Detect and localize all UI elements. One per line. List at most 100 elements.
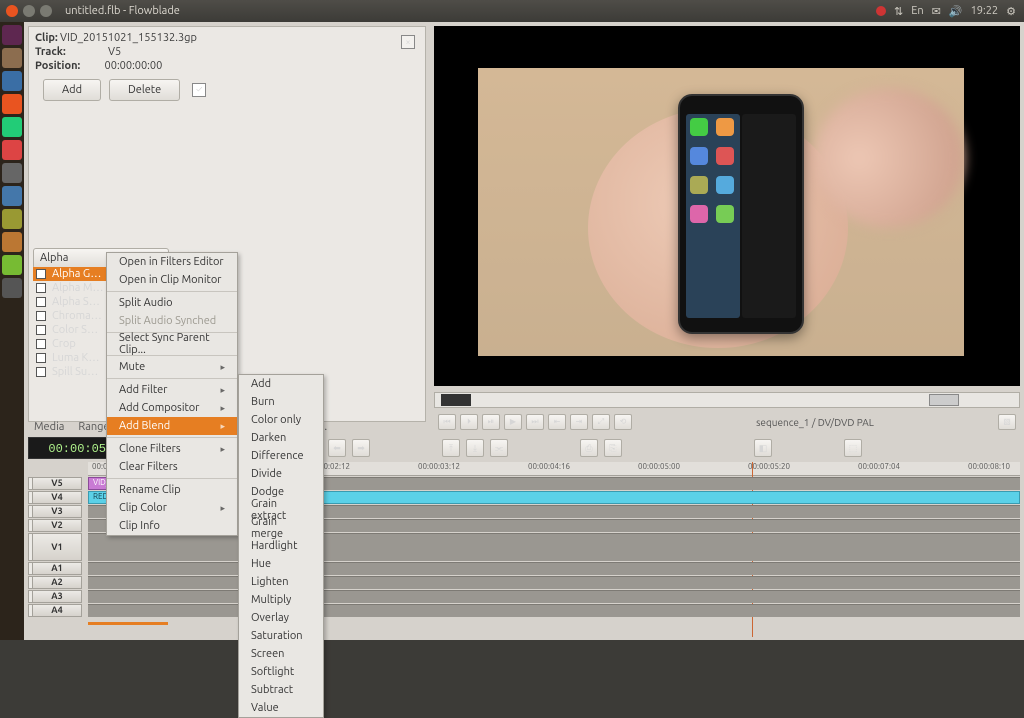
monitor-scrubber[interactable] bbox=[434, 392, 1020, 408]
gear-icon[interactable]: ⚙ bbox=[1006, 5, 1016, 18]
nav-prev-button[interactable]: ⬅ bbox=[328, 439, 346, 457]
loop-button[interactable]: ⟲ bbox=[614, 414, 632, 430]
blend-menu-item[interactable]: Difference bbox=[239, 447, 323, 465]
trim-handle-right[interactable] bbox=[929, 394, 959, 406]
blend-menu-item[interactable]: Multiply bbox=[239, 591, 323, 609]
blend-menu-item[interactable]: Divide bbox=[239, 465, 323, 483]
play-button[interactable]: ⏯ bbox=[482, 414, 500, 430]
zoom-indicator[interactable] bbox=[88, 622, 168, 625]
clock[interactable]: 19:22 bbox=[971, 5, 999, 17]
nav-next-button[interactable]: ➡ bbox=[352, 439, 370, 457]
goto-start-button[interactable]: ⏮ bbox=[438, 414, 456, 430]
mark-out-button[interactable]: ⇥ bbox=[570, 414, 588, 430]
selected-clip-name: VID_20151021_155132.3gp bbox=[60, 32, 197, 44]
mark-in-button[interactable]: ⇤ bbox=[548, 414, 566, 430]
menu-item[interactable]: Add Filter▸ bbox=[107, 381, 237, 399]
launcher-item[interactable] bbox=[2, 209, 22, 229]
track-a1[interactable] bbox=[88, 562, 1020, 575]
track-header-v4[interactable]: V4 bbox=[32, 491, 82, 504]
sequence-name: sequence_1 / DV/DVD PAL bbox=[756, 417, 874, 428]
add-filter-button[interactable]: Add bbox=[43, 79, 101, 101]
app-main: Clip: VID_20151021_155132.3gp Track: V5 … bbox=[24, 22, 1024, 640]
tool-button[interactable]: ⎘ bbox=[604, 439, 622, 457]
minimize-icon[interactable] bbox=[23, 5, 35, 17]
track-header-a2[interactable]: A2 bbox=[32, 576, 82, 589]
launcher-item[interactable] bbox=[2, 25, 22, 45]
track-header-a3[interactable]: A3 bbox=[32, 590, 82, 603]
track-header-a4[interactable]: A4 bbox=[32, 604, 82, 617]
blend-menu-item[interactable]: Overlay bbox=[239, 609, 323, 627]
menu-item[interactable]: Select Sync Parent Clip... bbox=[107, 335, 237, 353]
track-header-v5[interactable]: V5 bbox=[32, 477, 82, 490]
launcher-item[interactable] bbox=[2, 117, 22, 137]
blend-menu-item[interactable]: Saturation bbox=[239, 627, 323, 645]
blend-menu-item[interactable]: Grain merge bbox=[239, 519, 323, 537]
tool-button[interactable]: ⬚ bbox=[844, 439, 862, 457]
tab-media[interactable]: Media bbox=[34, 421, 64, 433]
menu-item[interactable]: Open in Filters Editor bbox=[107, 253, 237, 271]
menu-item[interactable]: Add Compositor▸ bbox=[107, 399, 237, 417]
tool-button[interactable]: ⤓ bbox=[466, 439, 484, 457]
launcher-item[interactable] bbox=[2, 140, 22, 160]
blend-menu-item[interactable]: Subtract bbox=[239, 681, 323, 699]
mail-icon[interactable]: ✉ bbox=[932, 5, 941, 18]
track-header-a1[interactable]: A1 bbox=[32, 562, 82, 575]
blend-menu-item[interactable]: Darken bbox=[239, 429, 323, 447]
launcher-item[interactable] bbox=[2, 71, 22, 91]
play-forward-button[interactable]: ▶ bbox=[504, 414, 522, 430]
menu-item[interactable]: Open in Clip Monitor bbox=[107, 271, 237, 289]
step-back-button[interactable]: ⏵ bbox=[460, 414, 478, 430]
close-icon[interactable] bbox=[6, 5, 18, 17]
track-a4[interactable] bbox=[88, 604, 1020, 617]
step-forward-button[interactable]: ⏭ bbox=[526, 414, 544, 430]
tool-button[interactable]: ⎙ bbox=[580, 439, 598, 457]
blend-menu-item[interactable]: Hue bbox=[239, 555, 323, 573]
menu-item[interactable]: Rename Clip bbox=[107, 481, 237, 499]
tool-button[interactable]: ⫘ bbox=[490, 439, 508, 457]
delete-filter-button[interactable]: Delete bbox=[109, 79, 180, 101]
launcher-item[interactable] bbox=[2, 94, 22, 114]
auto-checkbox[interactable]: ✓ bbox=[192, 83, 206, 97]
launcher-item[interactable] bbox=[2, 186, 22, 206]
track-a3[interactable] bbox=[88, 590, 1020, 603]
track-a2[interactable] bbox=[88, 576, 1020, 589]
launcher-item[interactable] bbox=[2, 48, 22, 68]
maximize-icon[interactable] bbox=[40, 5, 52, 17]
menu-item[interactable]: Clear Filters bbox=[107, 458, 237, 476]
menu-item[interactable]: Mute▸ bbox=[107, 358, 237, 376]
menu-item[interactable]: Split Audio bbox=[107, 294, 237, 312]
monitor-settings-button[interactable]: ▧ bbox=[998, 414, 1016, 430]
blend-submenu: AddBurnColor onlyDarkenDifferenceDivideD… bbox=[238, 374, 324, 718]
tool-button[interactable]: ⤒ bbox=[442, 439, 460, 457]
launcher-item[interactable] bbox=[2, 232, 22, 252]
launcher-item[interactable] bbox=[2, 278, 22, 298]
tool-button[interactable]: ◧ bbox=[754, 439, 772, 457]
menu-item[interactable]: Clip Color▸ bbox=[107, 499, 237, 517]
selected-clip-position: 00:00:00:00 bbox=[105, 60, 163, 72]
track-header-v3[interactable]: V3 bbox=[32, 505, 82, 518]
blend-menu-item[interactable]: Burn bbox=[239, 393, 323, 411]
menu-item[interactable]: Add Blend▸ bbox=[107, 417, 237, 435]
track-header-v2[interactable]: V2 bbox=[32, 519, 82, 532]
trim-handle-left[interactable] bbox=[441, 394, 471, 406]
track-v1[interactable] bbox=[88, 533, 1020, 561]
clear-marks-button[interactable]: ⤢ bbox=[592, 414, 610, 430]
blend-menu-item[interactable]: Screen bbox=[239, 645, 323, 663]
blend-menu-item[interactable]: Add bbox=[239, 375, 323, 393]
close-clip-button[interactable]: × bbox=[401, 35, 415, 49]
launcher-item[interactable] bbox=[2, 255, 22, 275]
clip-context-menu: Open in Filters EditorOpen in Clip Monit… bbox=[106, 252, 238, 536]
record-icon[interactable] bbox=[876, 6, 886, 16]
menu-item[interactable]: Clip Info bbox=[107, 517, 237, 535]
blend-menu-item[interactable]: Lighten bbox=[239, 573, 323, 591]
menu-item[interactable]: Clone Filters▸ bbox=[107, 440, 237, 458]
launcher-item[interactable] bbox=[2, 163, 22, 183]
volume-icon[interactable]: 🔊 bbox=[949, 5, 963, 18]
network-icon[interactable]: ⇅ bbox=[894, 5, 903, 18]
blend-menu-item[interactable]: Color only bbox=[239, 411, 323, 429]
lang-icon[interactable]: En bbox=[911, 5, 923, 17]
clip-info-box: Clip: VID_20151021_155132.3gp Track: V5 … bbox=[29, 27, 425, 77]
blend-menu-item[interactable]: Value bbox=[239, 699, 323, 717]
blend-menu-item[interactable]: Softlight bbox=[239, 663, 323, 681]
track-header-v1[interactable]: V1 bbox=[32, 533, 82, 561]
